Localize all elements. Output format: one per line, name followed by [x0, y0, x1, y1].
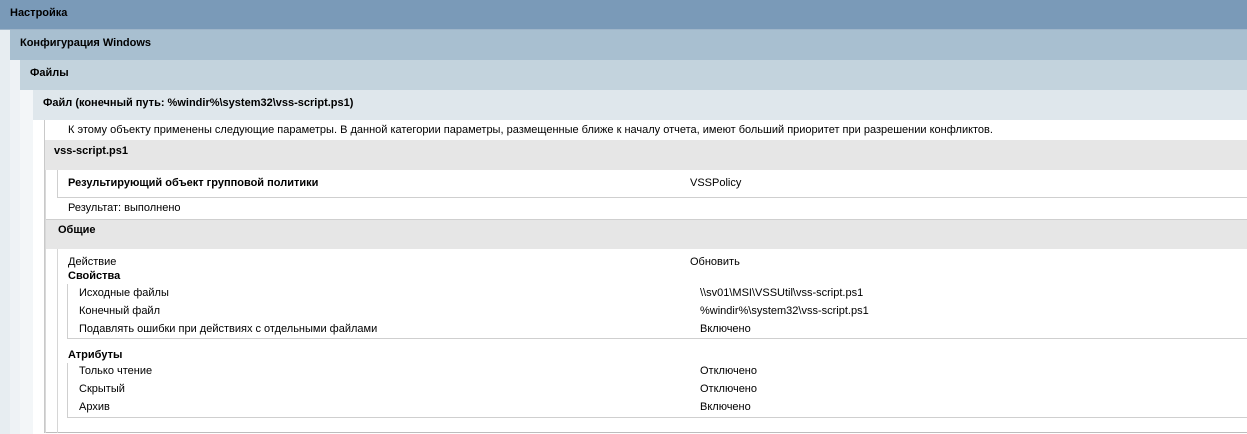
result-text: Результат: выполнено: [68, 202, 181, 214]
section-header-files[interactable]: Файлы: [20, 60, 1247, 90]
attributes-title: Атрибуты: [68, 349, 123, 361]
attribute-value-hidden: Отключено: [700, 383, 757, 395]
item-header[interactable]: vss-script.ps1: [45, 140, 1247, 170]
general-title: Общие: [58, 224, 96, 236]
attribute-label-hidden: Скрытый: [79, 383, 125, 395]
attributes-table: [67, 363, 1247, 418]
winning-gpo-label: Результирующий объект групповой политики: [68, 177, 319, 189]
section-header-settings[interactable]: Настройка: [0, 0, 1247, 30]
general-header[interactable]: Общие: [46, 220, 1247, 249]
property-label-source: Исходные файлы: [79, 287, 169, 299]
attribute-label-readonly: Только чтение: [79, 365, 153, 377]
attribute-label-archive: Архив: [79, 401, 110, 413]
section-header-windows-config-label: Конфигурация Windows: [20, 37, 152, 49]
properties-title: Свойства: [68, 270, 121, 282]
section-header-file-item[interactable]: Файл (конечный путь: %windir%\system32\v…: [33, 90, 1247, 120]
attribute-value-readonly: Отключено: [700, 365, 757, 377]
property-label-target: Конечный файл: [79, 305, 160, 317]
property-value-source: \\sv01\MSI\VSSUtil\vss-script.ps1: [700, 287, 864, 299]
section-header-windows-config[interactable]: Конфигурация Windows: [10, 30, 1247, 60]
section-header-file-item-label: Файл (конечный путь: %windir%\system32\v…: [43, 97, 354, 109]
item-indent-line: [45, 170, 46, 433]
indent-bar-2: [10, 60, 20, 434]
action-label: Действие: [68, 256, 117, 268]
section-header-settings-label: Настройка: [10, 7, 68, 19]
property-value-target: %windir%\system32\vss-script.ps1: [700, 305, 869, 317]
attribute-value-archive: Включено: [700, 401, 751, 413]
item-name: vss-script.ps1: [54, 145, 128, 157]
indent-bar-1: [0, 30, 10, 434]
winning-gpo-value: VSSPolicy: [690, 177, 742, 189]
precedence-note: К этому объекту применены следующие пара…: [68, 124, 993, 136]
section-header-files-label: Файлы: [30, 67, 69, 79]
action-value: Обновить: [690, 256, 740, 268]
property-label-suppress: Подавлять ошибки при действиях с отдельн…: [79, 323, 378, 335]
property-value-suppress: Включено: [700, 323, 751, 335]
indent-bar-3: [20, 90, 33, 434]
